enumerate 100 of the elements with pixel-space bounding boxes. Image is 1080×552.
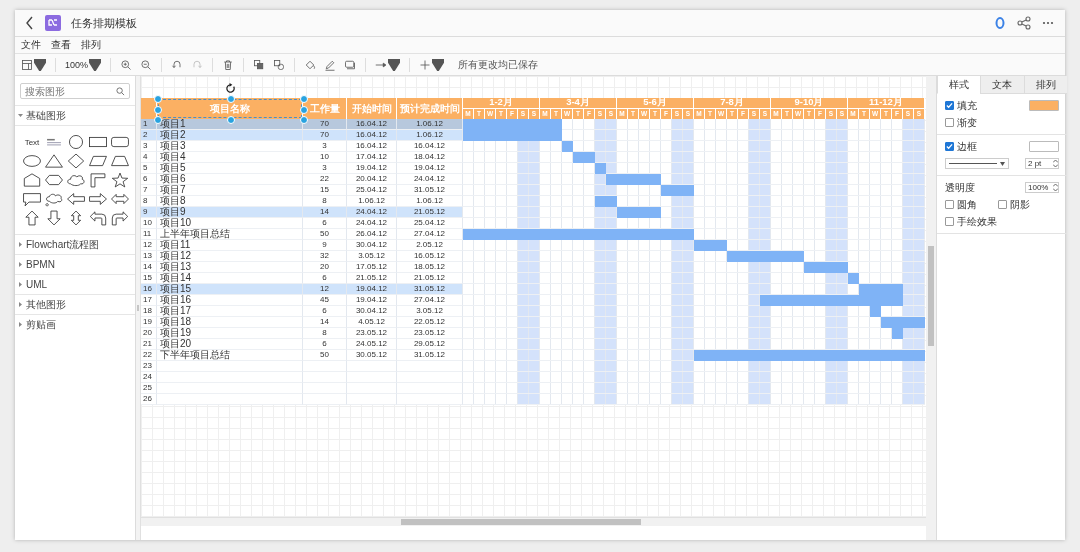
- table-row[interactable]: 11 上半年项目总结 50 26.04.12 27.04.12: [141, 229, 463, 240]
- table-row[interactable]: 22 下半年项目总结 50 30.05.12 31.05.12: [141, 350, 463, 361]
- table-row[interactable]: 9 项目9 14 24.04.12 21.05.12: [141, 207, 463, 218]
- share-icon[interactable]: [1017, 16, 1031, 30]
- menu-item[interactable]: 查看: [51, 38, 71, 52]
- line-style-dropdown[interactable]: [945, 158, 1009, 169]
- table-row[interactable]: 15 项目14 6 21.05.12 21.05.12: [141, 273, 463, 284]
- trash-icon: [222, 58, 235, 71]
- checkbox-label: 填充: [957, 98, 977, 113]
- line-arrow-button[interactable]: [373, 56, 403, 73]
- spinner-arrows-icon[interactable]: [1053, 159, 1058, 168]
- text-shape[interactable]: Text: [24, 137, 40, 147]
- table-row[interactable]: 25: [141, 383, 463, 394]
- search-field[interactable]: 搜索图形: [25, 85, 116, 97]
- parallelogram-icon[interactable]: [88, 153, 108, 169]
- corner-icon[interactable]: [88, 172, 108, 188]
- cloud-icon[interactable]: [66, 172, 86, 188]
- table-row[interactable]: 18 项目17 6 30.04.12 3.05.12: [141, 306, 463, 317]
- hexagon-icon[interactable]: [44, 172, 64, 188]
- panel-tab[interactable]: 文本: [980, 76, 1024, 94]
- line-width-field[interactable]: 2 pt: [1025, 158, 1059, 169]
- rotate-handle-icon[interactable]: [224, 83, 236, 94]
- resize-handle[interactable]: [227, 95, 235, 103]
- checkbox[interactable]: [945, 118, 954, 127]
- table-row[interactable]: 13 项目12 32 3.05.12 16.05.12: [141, 251, 463, 262]
- turn-right-arrow-icon[interactable]: [110, 210, 130, 226]
- checkbox[interactable]: [998, 200, 1007, 209]
- table-row[interactable]: 21 项目20 6 24.05.12 29.05.12: [141, 339, 463, 350]
- line-color-swatch[interactable]: [1029, 141, 1059, 152]
- turn-left-arrow-icon[interactable]: [88, 210, 108, 226]
- spinner-arrows-icon[interactable]: [1053, 183, 1058, 192]
- section-header[interactable]: UML: [15, 274, 135, 294]
- menu-item[interactable]: 文件: [21, 38, 41, 52]
- table-row[interactable]: 1 项目1 70 16.04.12 1.06.12: [141, 119, 463, 130]
- ellipse-icon[interactable]: [22, 153, 42, 169]
- table-row[interactable]: 5 项目5 3 19.04.12 19.04.12: [141, 163, 463, 174]
- circle-icon[interactable]: [66, 134, 86, 150]
- table-row[interactable]: 24: [141, 372, 463, 383]
- table-row[interactable]: 14 项目13 20 17.05.12 18.05.12: [141, 262, 463, 273]
- checkbox[interactable]: [945, 200, 954, 209]
- zoom-out-icon: [140, 58, 153, 71]
- thought-bubble-icon[interactable]: [44, 191, 64, 207]
- table-row[interactable]: 20 项目19 8 23.05.12 23.05.12: [141, 328, 463, 339]
- left-arrow-icon[interactable]: [66, 191, 86, 207]
- table-row[interactable]: 3 项目3 3 16.04.12 16.04.12: [141, 141, 463, 152]
- section-header[interactable]: 基础图形: [15, 105, 135, 125]
- layout-button[interactable]: [19, 56, 48, 73]
- section-header[interactable]: Flowchart流程图: [15, 234, 135, 254]
- zoom-dropdown[interactable]: 100%: [63, 56, 104, 73]
- rectangle-icon[interactable]: [88, 134, 108, 150]
- section-header[interactable]: BPMN: [15, 254, 135, 274]
- checkbox[interactable]: [945, 217, 954, 226]
- table-row[interactable]: 10 项目10 6 24.04.12 25.04.12: [141, 218, 463, 229]
- rounded-rectangle-icon[interactable]: [110, 134, 130, 150]
- section-header[interactable]: 其他图形: [15, 294, 135, 314]
- star-icon[interactable]: [110, 172, 130, 188]
- checkbox-label: 边框: [957, 139, 977, 154]
- caret-icon: [18, 282, 23, 287]
- table-row[interactable]: 7 项目7 15 25.04.12 31.05.12: [141, 185, 463, 196]
- scrollbar-thumb[interactable]: [928, 246, 934, 346]
- table-row[interactable]: 19 项目18 14 4.05.12 22.05.12: [141, 317, 463, 328]
- up-arrow-icon[interactable]: [22, 210, 42, 226]
- ring-icon[interactable]: [993, 16, 1007, 30]
- callout-icon[interactable]: [22, 191, 42, 207]
- diamond-icon[interactable]: [66, 153, 86, 169]
- menu-item[interactable]: 排列: [81, 38, 101, 52]
- table-row[interactable]: 6 项目6 22 20.04.12 24.04.12: [141, 174, 463, 185]
- checkbox[interactable]: [945, 101, 954, 110]
- pentagon-icon[interactable]: [22, 172, 42, 188]
- checkbox-label: 手绘效果: [957, 214, 997, 229]
- table-row[interactable]: 17 项目16 45 19.04.12 27.04.12: [141, 295, 463, 306]
- table-row[interactable]: 4 项目4 10 17.04.12 18.04.12: [141, 152, 463, 163]
- app-logo-icon: [45, 15, 61, 31]
- caret-icon: [1000, 161, 1005, 166]
- triangle-icon[interactable]: [44, 153, 64, 169]
- table-row[interactable]: 8 项目8 8 1.06.12 1.06.12: [141, 196, 463, 207]
- table-row[interactable]: 23: [141, 361, 463, 372]
- back-icon[interactable]: [25, 16, 35, 30]
- opacity-field[interactable]: 100%: [1025, 182, 1059, 193]
- double-arrow-icon[interactable]: [110, 191, 130, 207]
- caret-icon: [18, 242, 23, 247]
- table-cell: [347, 394, 397, 405]
- caret-icon: [89, 58, 102, 71]
- undo-icon: [171, 58, 184, 71]
- checkbox[interactable]: [945, 142, 954, 151]
- down-arrow-icon[interactable]: [44, 210, 64, 226]
- caret-icon: [388, 58, 401, 71]
- table-cell: [303, 394, 347, 405]
- fill-color-swatch[interactable]: [1029, 100, 1059, 111]
- table-row[interactable]: 2 项目2 70 16.04.12 1.06.12: [141, 130, 463, 141]
- scrollbar-thumb[interactable]: [401, 519, 641, 525]
- table-row[interactable]: 26: [141, 394, 463, 405]
- table-row[interactable]: 16 项目15 12 19.04.12 31.05.12: [141, 284, 463, 295]
- trapezoid-icon[interactable]: [110, 153, 130, 169]
- table-row[interactable]: 12 项目11 9 30.04.12 2.05.12: [141, 240, 463, 251]
- section-header[interactable]: 剪贴画: [15, 314, 135, 334]
- search-box[interactable]: 搜索图形: [20, 83, 130, 99]
- caret-icon: [18, 262, 23, 267]
- panel-tab[interactable]: 排列: [1023, 76, 1067, 94]
- right-arrow-icon[interactable]: [88, 191, 108, 207]
